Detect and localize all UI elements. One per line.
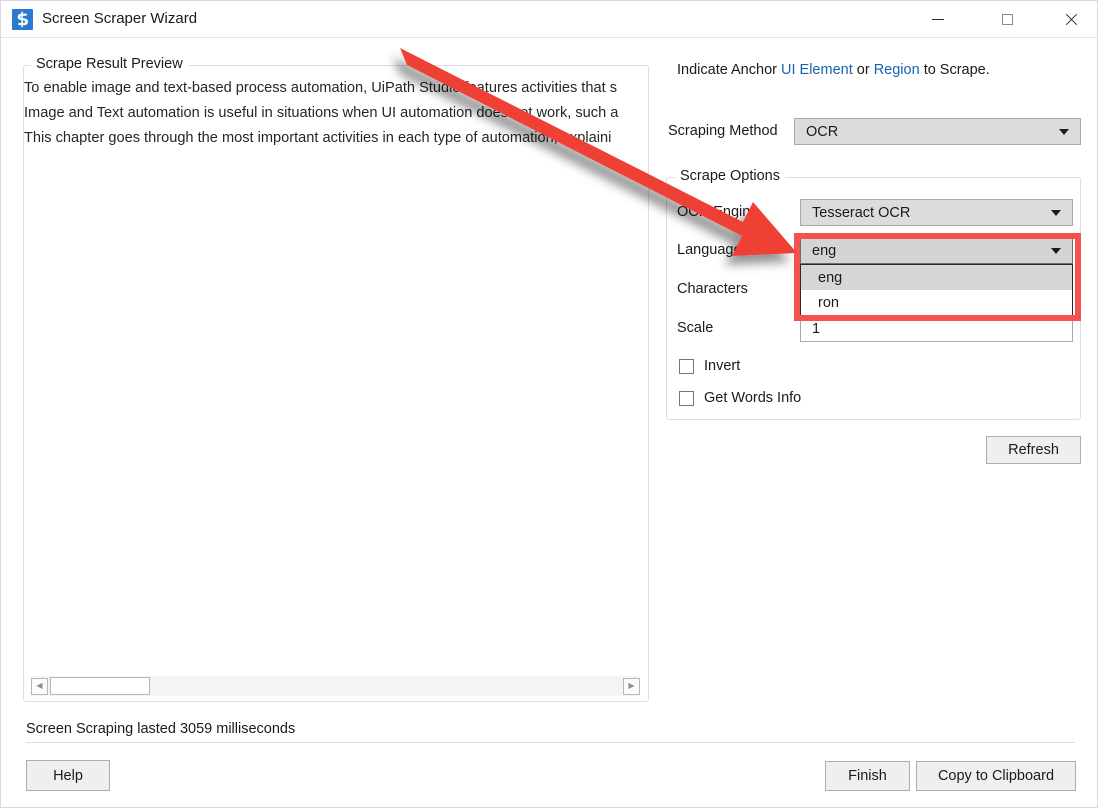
invert-checkbox-row[interactable]: Invert xyxy=(679,358,740,374)
invert-checkbox[interactable] xyxy=(679,358,694,374)
preview-line: Image and Text automation is useful in s… xyxy=(24,105,619,121)
scale-label: Scale xyxy=(677,320,714,336)
get-words-info-checkbox-row[interactable]: Get Words Info xyxy=(679,390,801,406)
indicate-prefix: Indicate Anchor xyxy=(677,62,777,78)
indicate-anchor-row: Indicate Anchor UI Element or Region to … xyxy=(677,62,990,78)
get-words-info-label: Get Words Info xyxy=(704,390,802,406)
ocr-engine-value: Tesseract OCR xyxy=(812,204,911,221)
scroll-right-glyph: ▶ xyxy=(628,681,635,690)
get-words-info-checkbox[interactable] xyxy=(679,390,694,406)
copy-to-clipboard-button[interactable]: Copy to Clipboard xyxy=(916,761,1076,791)
scale-value: 1 xyxy=(812,320,821,337)
characters-label: Characters xyxy=(677,281,748,297)
languages-option-eng[interactable]: eng xyxy=(801,265,1072,290)
preview-horizontal-scrollbar[interactable]: ◀ ▶ xyxy=(31,676,640,696)
close-icon xyxy=(1064,13,1077,26)
indicate-separator: or xyxy=(856,62,870,78)
refresh-button[interactable]: Refresh xyxy=(986,436,1081,464)
ui-element-link[interactable]: UI Element xyxy=(781,62,853,78)
ocr-engine-label: OCR Engine xyxy=(677,204,759,220)
scrape-options-legend: Scrape Options xyxy=(675,168,785,184)
minimize-button[interactable] xyxy=(915,1,961,37)
close-button[interactable] xyxy=(1047,1,1093,37)
scale-input[interactable]: 1 xyxy=(800,315,1073,342)
scrape-result-preview-text[interactable]: To enable image and text-based process a… xyxy=(24,76,638,668)
scrollbar-thumb[interactable] xyxy=(50,677,150,695)
title-bar: Screen Scraper Wizard xyxy=(1,1,1097,38)
languages-label: Languages xyxy=(677,242,749,258)
scroll-left-glyph: ◀ xyxy=(36,681,43,690)
scrape-result-preview-legend: Scrape Result Preview xyxy=(31,56,188,72)
screen-scraper-wizard-window: Screen Scraper Wizard Scrape Result Prev… xyxy=(0,0,1098,808)
status-text: Screen Scraping lasted 3059 milliseconds xyxy=(26,721,296,737)
scroll-right-arrow-icon[interactable]: ▶ xyxy=(623,677,640,695)
uipath-logo-icon xyxy=(12,9,33,30)
indicate-suffix: to Scrape. xyxy=(923,62,990,78)
languages-value: eng xyxy=(812,243,837,259)
minimize-icon xyxy=(932,18,944,20)
window-title: Screen Scraper Wizard xyxy=(42,10,198,27)
help-button[interactable]: Help xyxy=(26,760,110,791)
ocr-engine-dropdown[interactable]: Tesseract OCR xyxy=(800,199,1073,226)
maximize-icon xyxy=(1001,13,1013,25)
scraping-method-value: OCR xyxy=(806,123,839,140)
chevron-down-icon xyxy=(1051,248,1061,254)
languages-dropdown[interactable]: eng xyxy=(800,238,1073,264)
scraping-method-label: Scraping Method xyxy=(668,123,778,139)
languages-option-ron[interactable]: ron xyxy=(801,290,1072,315)
status-divider xyxy=(26,742,1075,743)
preview-line: To enable image and text-based process a… xyxy=(24,80,618,96)
invert-label: Invert xyxy=(704,358,741,374)
maximize-button[interactable] xyxy=(984,1,1030,37)
chevron-down-icon xyxy=(1059,128,1069,135)
region-link[interactable]: Region xyxy=(874,62,920,78)
scroll-left-arrow-icon[interactable]: ◀ xyxy=(31,677,48,695)
languages-dropdown-list[interactable]: eng ron xyxy=(800,264,1073,318)
finish-button[interactable]: Finish xyxy=(825,761,910,791)
chevron-down-icon xyxy=(1051,209,1061,216)
preview-line: This chapter goes through the most impor… xyxy=(24,130,612,146)
scraping-method-dropdown[interactable]: OCR xyxy=(794,118,1081,145)
